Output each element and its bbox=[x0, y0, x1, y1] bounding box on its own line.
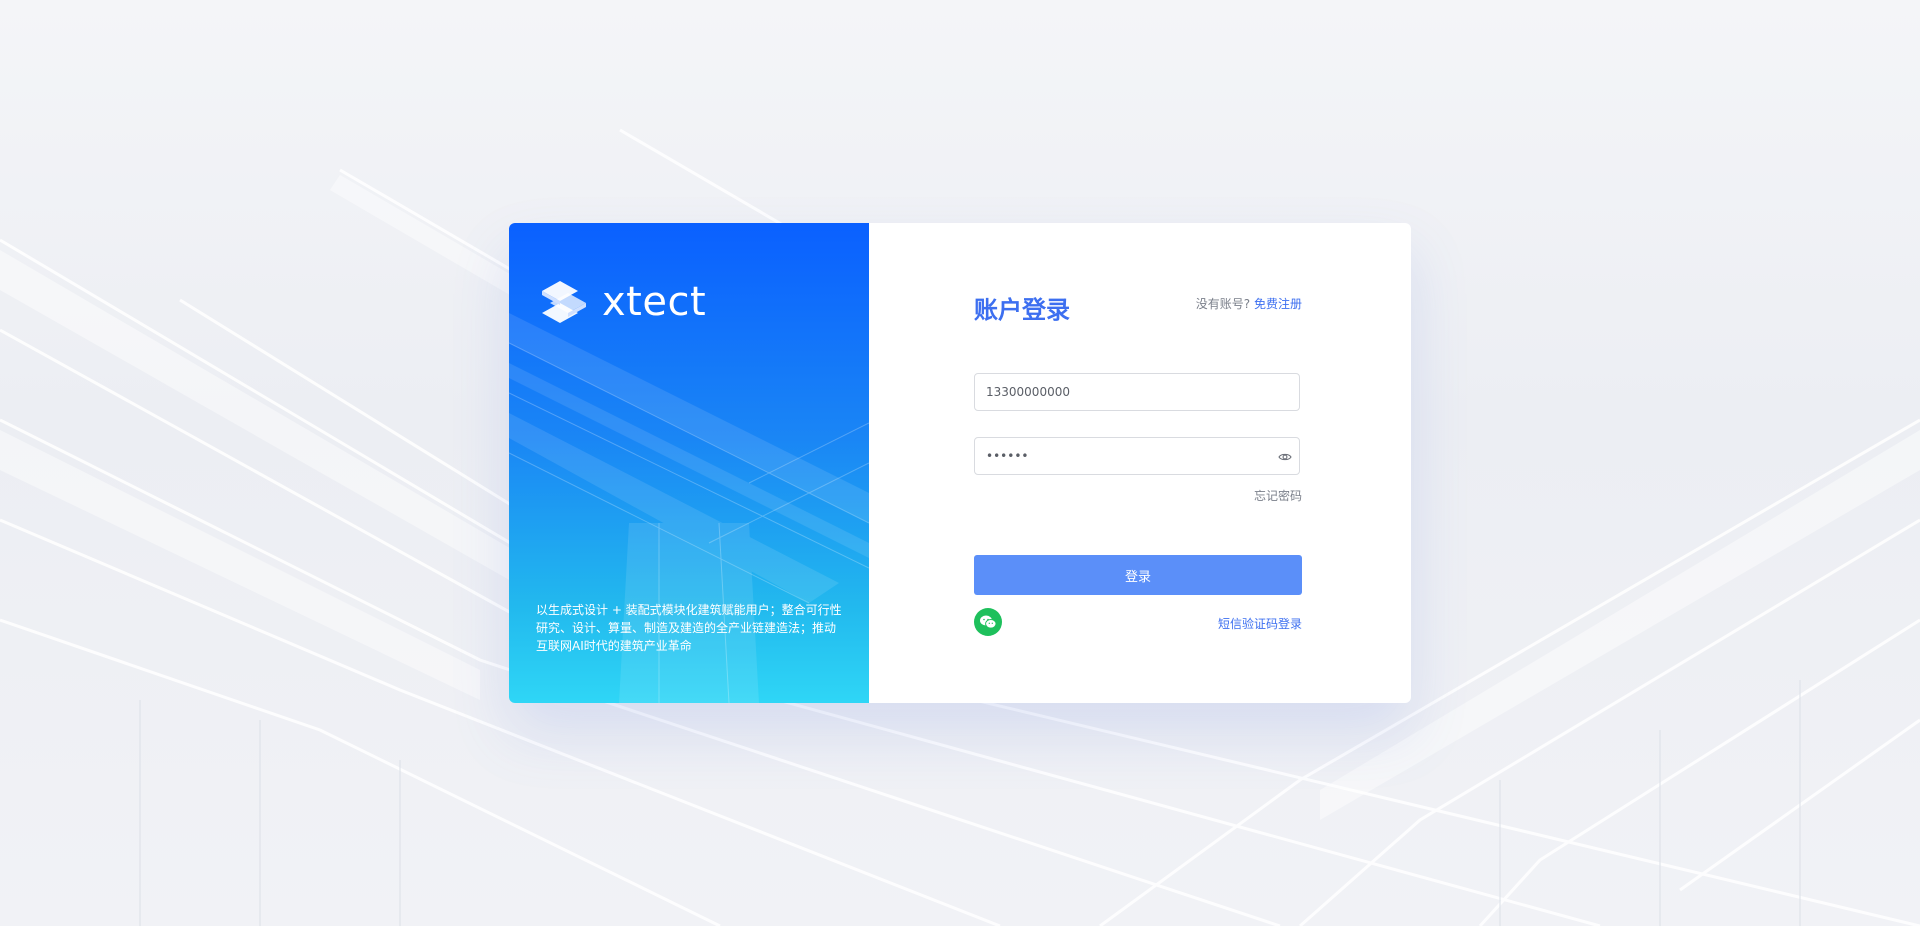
sms-login-link[interactable]: 短信验证码登录 bbox=[1218, 615, 1302, 632]
wechat-login-button[interactable] bbox=[974, 608, 1002, 636]
forgot-password-link[interactable]: 忘记密码 bbox=[1254, 487, 1302, 504]
brand-panel: xtect 以生成式设计 + 装配式模块化建筑赋能用户；整合可行性研究、设计、算… bbox=[509, 223, 869, 703]
wechat-icon bbox=[980, 615, 997, 629]
login-button[interactable]: 登录 bbox=[974, 555, 1302, 595]
phone-input[interactable] bbox=[975, 374, 1266, 410]
brand-logo: xtect bbox=[536, 279, 706, 325]
login-card: xtect 以生成式设计 + 装配式模块化建筑赋能用户；整合可行性研究、设计、算… bbox=[509, 223, 1411, 703]
brand-name: xtect bbox=[602, 279, 707, 325]
no-account-text: 没有账号? bbox=[1195, 297, 1251, 311]
password-field[interactable] bbox=[974, 437, 1300, 475]
eye-icon[interactable] bbox=[1278, 450, 1292, 464]
login-title: 账户登录 bbox=[974, 296, 1070, 324]
register-prompt: 没有账号? 免费注册 bbox=[1196, 295, 1302, 312]
password-input[interactable] bbox=[975, 438, 1266, 474]
phone-field[interactable] bbox=[974, 373, 1300, 411]
brand-tagline: 以生成式设计 + 装配式模块化建筑赋能用户；整合可行性研究、设计、算量、制造及建… bbox=[536, 603, 842, 653]
xtect-logo-icon bbox=[542, 281, 586, 323]
login-form-panel: 账户登录 没有账号? 免费注册 忘记密码 登录 bbox=[869, 223, 1411, 703]
register-link[interactable]: 免费注册 bbox=[1254, 297, 1302, 311]
